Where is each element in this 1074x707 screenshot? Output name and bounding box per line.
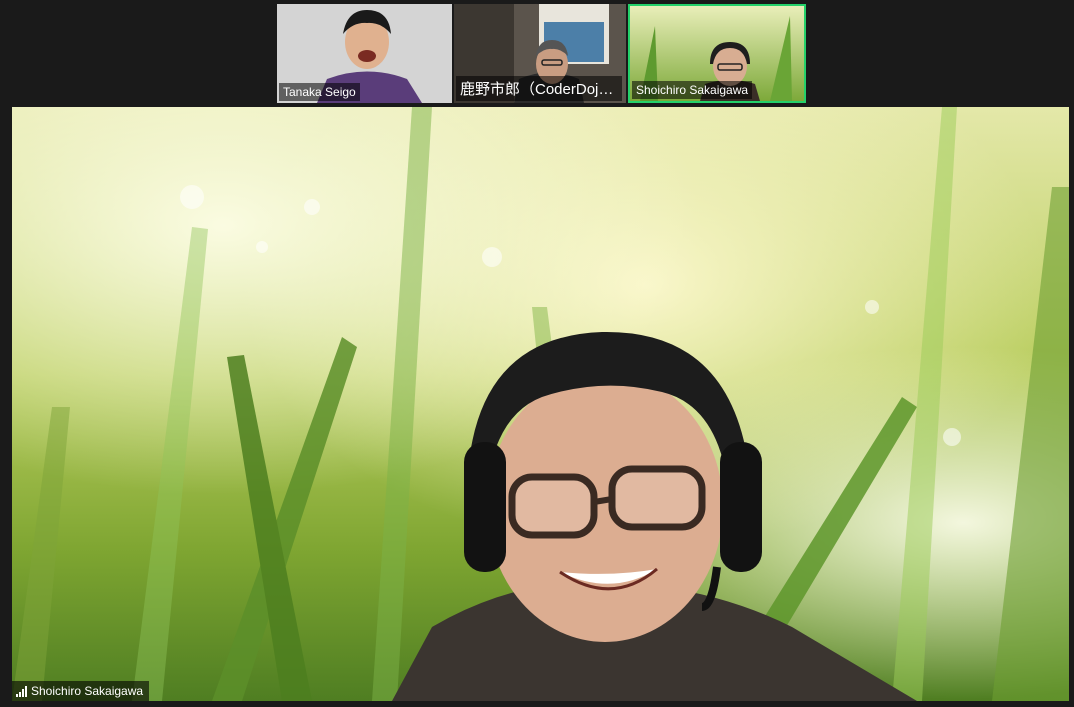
participant-name: Tanaka Seigo — [279, 83, 360, 101]
participant-name: Shoichiro Sakaigawa — [632, 81, 753, 99]
speaker-background — [12, 107, 1069, 701]
main-speaker-name: Shoichiro Sakaigawa — [31, 684, 144, 698]
participant-tile-kano-ichiro[interactable]: 鹿野市郎（CoderDojo青... — [454, 4, 626, 103]
participant-strip: Tanaka Seigo 鹿野市郎（CoderDojo青... Shoichir… — [0, 0, 1074, 106]
main-speaker-video[interactable] — [12, 107, 1069, 701]
participant-name: 鹿野市郎（CoderDojo青... — [456, 76, 623, 101]
participant-tile-tanaka-seigo[interactable]: Tanaka Seigo — [277, 4, 452, 103]
main-speaker-label: Shoichiro Sakaigawa — [12, 681, 150, 701]
signal-bars-icon — [16, 685, 27, 697]
participant-tile-shoichiro-sakaigawa[interactable]: Shoichiro Sakaigawa — [628, 4, 806, 103]
